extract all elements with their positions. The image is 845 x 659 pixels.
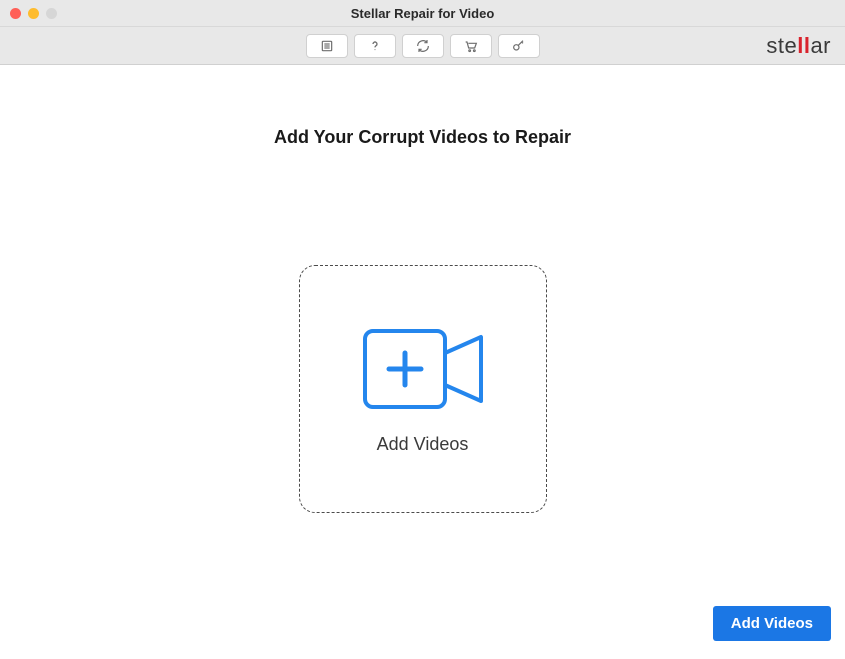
help-icon	[367, 38, 383, 54]
list-icon	[319, 38, 335, 54]
dropzone-label: Add Videos	[377, 434, 469, 455]
close-window-button[interactable]	[10, 8, 21, 19]
refresh-button[interactable]	[402, 34, 444, 58]
toolbar: stellar	[0, 27, 845, 65]
window-controls	[0, 8, 57, 19]
content-area: Add Your Corrupt Videos to Repair Add Vi…	[0, 127, 845, 659]
cart-icon	[463, 38, 479, 54]
list-button[interactable]	[306, 34, 348, 58]
window-title: Stellar Repair for Video	[0, 6, 845, 21]
activate-button[interactable]	[498, 34, 540, 58]
titlebar: Stellar Repair for Video	[0, 0, 845, 27]
buy-button[interactable]	[450, 34, 492, 58]
video-camera-plus-icon	[357, 323, 489, 420]
maximize-window-button[interactable]	[46, 8, 57, 19]
brand-logo: stellar	[766, 33, 831, 59]
key-icon	[511, 38, 527, 54]
brand-text-ll: ll	[797, 33, 810, 59]
refresh-icon	[415, 38, 431, 54]
brand-text-prefix: ste	[766, 33, 797, 59]
minimize-window-button[interactable]	[28, 8, 39, 19]
page-heading: Add Your Corrupt Videos to Repair	[0, 127, 845, 148]
help-button[interactable]	[354, 34, 396, 58]
add-videos-button[interactable]: Add Videos	[713, 606, 831, 641]
toolbar-buttons	[306, 34, 540, 58]
add-videos-dropzone[interactable]: Add Videos	[299, 265, 547, 513]
brand-text-suffix: ar	[810, 33, 831, 59]
